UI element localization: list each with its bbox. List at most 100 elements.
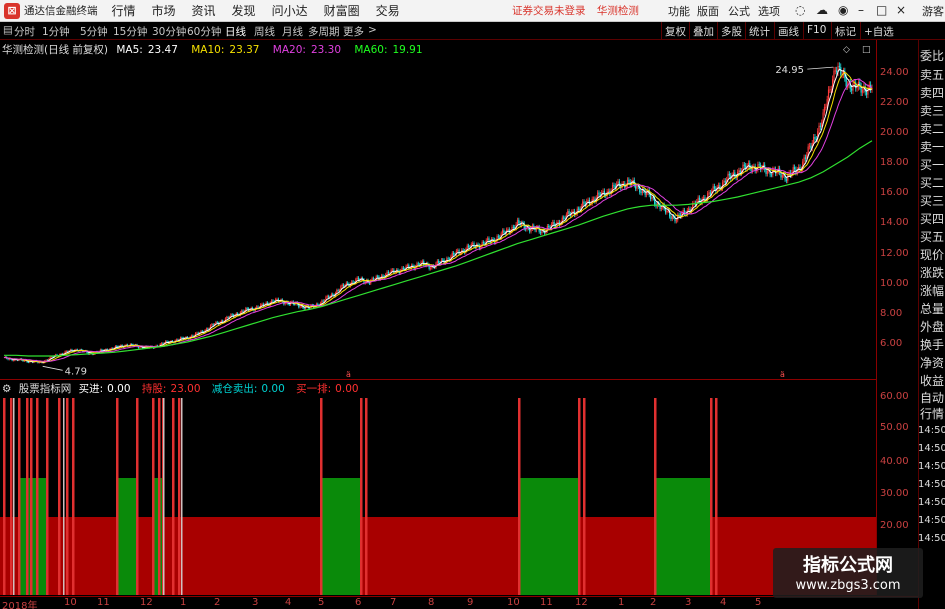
candle-body: [246, 308, 248, 309]
buy-signal-block: [518, 478, 578, 595]
menu-discover[interactable]: 发现: [232, 2, 256, 19]
candle-body: [636, 186, 638, 189]
candle-body: [541, 230, 543, 234]
candle-body: [688, 208, 690, 211]
candle-body: [101, 349, 103, 351]
side-auto[interactable]: 自动: [920, 389, 944, 406]
settings-icon[interactable]: ⚙: [2, 383, 11, 395]
menu-trade[interactable]: 交易: [376, 2, 400, 19]
side-net-assets[interactable]: 净资: [920, 354, 944, 371]
watermark-title: 指标公式网: [803, 555, 893, 576]
side-price[interactable]: 现价: [920, 246, 944, 263]
menu-function[interactable]: 功能: [668, 3, 690, 19]
minimize-icon[interactable]: –: [858, 3, 864, 17]
diamond-icon[interactable]: ◇: [843, 45, 850, 55]
side-ask3[interactable]: 卖三: [920, 102, 944, 119]
indicator-tick: 30.00: [880, 488, 909, 499]
maximize-icon[interactable]: □: [876, 3, 887, 17]
period-1min[interactable]: 1分钟: [42, 24, 70, 39]
side-order-ratio[interactable]: 委比: [920, 47, 944, 64]
candle-body: [613, 184, 615, 186]
signal-spike: [710, 398, 713, 595]
menu-news[interactable]: 资讯: [192, 2, 216, 19]
candle-body: [830, 89, 832, 91]
btn-marker[interactable]: 标记: [831, 22, 859, 39]
side-quotes[interactable]: 行情: [920, 405, 944, 422]
kline-chart[interactable]: 24.95 4.79 ä ä ◇ □: [0, 40, 876, 596]
side-bid4[interactable]: 买四: [920, 210, 944, 227]
side-change-pct[interactable]: 涨幅: [920, 282, 944, 299]
candle-body: [347, 282, 349, 284]
candle-body: [598, 192, 600, 195]
menu-quotes[interactable]: 行情: [112, 2, 136, 19]
candle-body: [587, 199, 589, 202]
candle-body: [438, 260, 440, 263]
candle-body: [838, 66, 840, 68]
event-marker-icon[interactable]: ä: [346, 370, 351, 379]
candle-body: [645, 192, 648, 195]
period-multi[interactable]: 多周期: [308, 24, 340, 39]
menu-formula[interactable]: 公式: [728, 3, 750, 19]
close-icon[interactable]: ×: [896, 3, 906, 17]
side-volume[interactable]: 总量: [920, 300, 944, 317]
side-bid5[interactable]: 买五: [920, 228, 944, 245]
square-icon[interactable]: □: [862, 45, 871, 55]
side-bid3[interactable]: 买三: [920, 192, 944, 209]
candle-body: [201, 330, 203, 332]
btn-adjust[interactable]: 复权: [661, 22, 689, 39]
date-tick: 5: [755, 597, 762, 608]
period-daily[interactable]: 日线: [225, 24, 246, 39]
candle-body: [717, 185, 720, 188]
period-icon: ▤: [3, 24, 13, 36]
candle-body: [539, 231, 542, 234]
period-monthly[interactable]: 月线: [282, 24, 303, 39]
candle-body: [512, 226, 514, 228]
btn-overlay[interactable]: 叠加: [689, 22, 717, 39]
guest-label[interactable]: 游客: [922, 3, 944, 19]
indicator-name[interactable]: 股票指标网: [19, 383, 72, 395]
side-ask5[interactable]: 卖五: [920, 66, 944, 83]
help-icon[interactable]: ◌: [795, 3, 805, 17]
candle-body: [845, 78, 847, 87]
btn-draw-line[interactable]: 画线: [774, 22, 802, 39]
period-more[interactable]: 更多: [343, 24, 364, 39]
side-ask1[interactable]: 卖一: [920, 138, 944, 155]
user-icon[interactable]: ◉: [838, 3, 848, 17]
menu-market[interactable]: 市场: [152, 2, 176, 19]
date-tick: 7: [390, 597, 397, 608]
trade-login-notice[interactable]: 证券交易未登录 华测检测: [512, 3, 639, 18]
side-turnover[interactable]: 换手: [920, 336, 944, 353]
candle-body: [738, 170, 740, 172]
ma60-value: MA60: 19.91: [354, 44, 423, 56]
period-30min[interactable]: 30分钟: [152, 24, 186, 39]
btn-statistics[interactable]: 统计: [745, 22, 773, 39]
candle-body: [781, 175, 783, 178]
cloud-icon[interactable]: ☁: [816, 3, 828, 17]
side-bid1[interactable]: 买一: [920, 156, 944, 173]
menu-options[interactable]: 选项: [758, 3, 780, 19]
side-bid2[interactable]: 买二: [920, 174, 944, 191]
btn-multi-stock[interactable]: 多股: [717, 22, 745, 39]
chevron-right-icon[interactable]: >: [368, 24, 377, 36]
side-ask4[interactable]: 卖四: [920, 84, 944, 101]
period-timeshare[interactable]: 分时: [14, 24, 35, 39]
menu-layout[interactable]: 版面: [697, 3, 719, 19]
event-marker-icon[interactable]: ä: [780, 370, 785, 379]
side-outer[interactable]: 外盘: [920, 318, 944, 335]
price-tick: 8.00: [880, 308, 903, 319]
period-5min[interactable]: 5分钟: [80, 24, 108, 39]
period-60min[interactable]: 60分钟: [187, 24, 221, 39]
btn-add-watchlist[interactable]: +自选: [860, 22, 897, 39]
side-ask2[interactable]: 卖二: [920, 120, 944, 137]
menu-wealth-circle[interactable]: 财富圈: [324, 2, 360, 19]
period-15min[interactable]: 15分钟: [113, 24, 147, 39]
candle-body: [557, 222, 559, 223]
period-weekly[interactable]: 周线: [254, 24, 275, 39]
menu-ask-xiaoda[interactable]: 问小达: [272, 2, 308, 19]
side-change[interactable]: 涨跌: [920, 264, 944, 281]
candle-body: [651, 197, 653, 200]
btn-f10[interactable]: F10: [803, 22, 829, 39]
side-earnings[interactable]: 收益: [920, 372, 944, 389]
candle-body: [303, 307, 305, 309]
candle-body: [583, 201, 585, 204]
